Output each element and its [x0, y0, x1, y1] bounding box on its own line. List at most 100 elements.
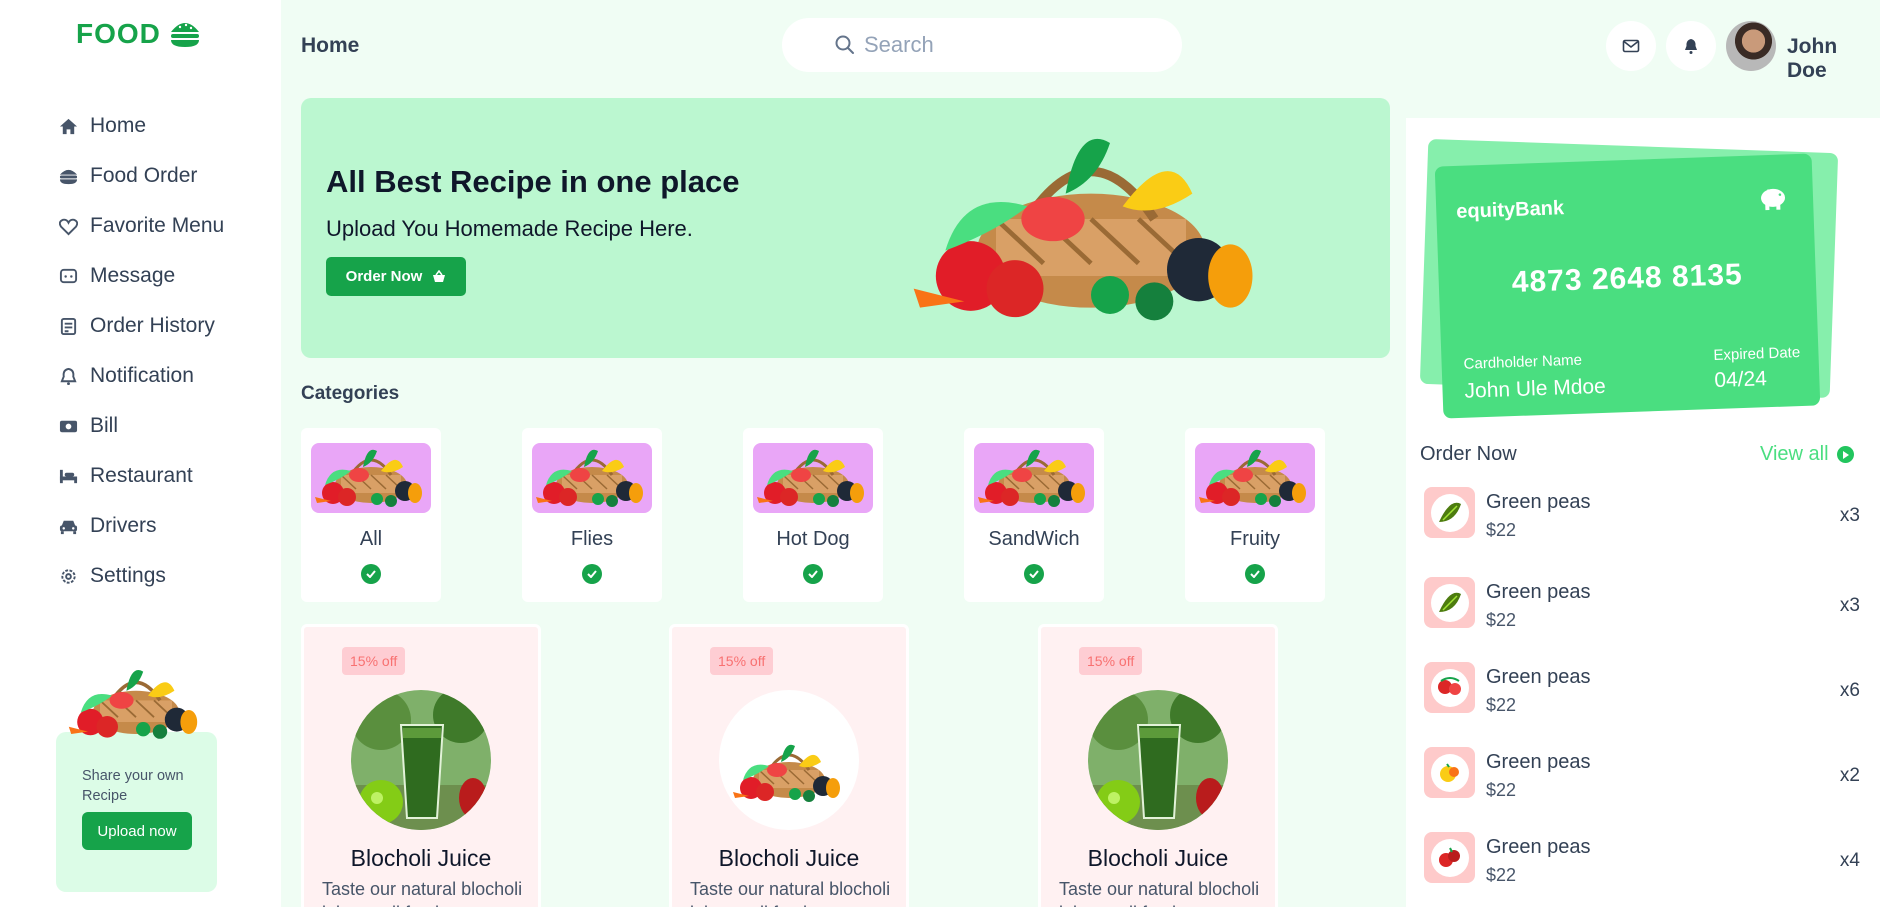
home-icon: [58, 116, 78, 136]
car-icon: [58, 516, 78, 536]
product-name: Blocholi Juice: [1087, 845, 1229, 871]
product-name: Blocholi Juice: [718, 845, 860, 871]
sidebar-item-label: Restaurant: [90, 464, 193, 487]
cardholder-label: Cardholder Name: [1463, 351, 1583, 373]
sidebar-item-bill[interactable]: Bill: [58, 401, 224, 451]
order-item[interactable]: Green peas $22 x6: [1424, 662, 1864, 718]
category-all[interactable]: All: [301, 428, 441, 602]
order-item-price: $22: [1486, 695, 1517, 715]
bank-card[interactable]: equityBank 4873 2648 8135 Cardholder Nam…: [1434, 153, 1821, 419]
order-item-quantity: x4: [1839, 850, 1860, 871]
sidebar-item-restaurant[interactable]: Restaurant: [58, 451, 224, 501]
sidebar-item-favorite-menu[interactable]: Favorite Menu: [58, 201, 224, 251]
basket-icon: [433, 270, 446, 282]
sidebar: FOOD Home Food Order Favorite Menu Messa…: [0, 0, 281, 907]
upload-now-button[interactable]: Upload now: [82, 812, 192, 850]
cardholder-name: John Ule Mdoe: [1464, 374, 1607, 403]
category-label: Hot Dog: [776, 528, 850, 550]
category-fruity[interactable]: Fruity: [1185, 428, 1325, 602]
breadcrumb: Home: [301, 34, 360, 57]
check-icon: [1245, 564, 1265, 584]
vegetable-basket-image: [67, 668, 199, 741]
hero-banner: All Best Recipe in one place Upload You …: [301, 98, 1390, 358]
burger-icon: [58, 166, 78, 186]
product-description: Taste our natural blocholi juice, well f…: [322, 879, 523, 907]
banner-subtitle: Upload You Homemade Recipe Here.: [326, 216, 693, 241]
category-image: [753, 443, 873, 513]
sidebar-item-home[interactable]: Home: [58, 101, 224, 151]
discount-badge: 15% off: [710, 647, 774, 675]
category-image: [1195, 443, 1315, 513]
heart-icon: [58, 216, 78, 236]
history-icon: [58, 316, 78, 336]
order-item-name: Green peas: [1486, 751, 1591, 773]
discount-badge: 15% off: [342, 647, 406, 675]
order-item[interactable]: Green peas $22 x3: [1424, 487, 1864, 543]
sidebar-item-drivers[interactable]: Drivers: [58, 501, 224, 551]
sidebar-item-settings[interactable]: Settings: [58, 551, 224, 601]
product-name: Blocholi Juice: [350, 845, 492, 871]
search-input[interactable]: [864, 32, 1144, 58]
bill-icon: [58, 416, 78, 436]
sidebar-item-label: Bill: [90, 414, 119, 437]
sidebar-item-message[interactable]: Message: [58, 251, 224, 301]
order-now-button[interactable]: Order Now: [326, 257, 466, 296]
avatar[interactable]: [1726, 21, 1776, 71]
share-recipe-text: Share your own Recipe: [82, 768, 184, 804]
expiry-label: Expired Date: [1713, 344, 1801, 365]
product-card[interactable]: 15% off Blocholi Juice Taste our natural…: [301, 624, 541, 907]
share-recipe-card: Share your own Recipe Upload now: [56, 732, 217, 892]
category-image: [974, 443, 1094, 513]
bell-icon: [1685, 39, 1697, 54]
categories-title: Categories: [301, 383, 400, 404]
sidebar-item-notification[interactable]: Notification: [58, 351, 224, 401]
category-label: Flies: [570, 528, 614, 550]
mail-button[interactable]: [1606, 21, 1656, 71]
user-name[interactable]: John Doe: [1787, 35, 1880, 83]
view-all-link[interactable]: View all: [1760, 443, 1854, 466]
sidebar-item-label: Food Order: [90, 164, 198, 187]
search-bar[interactable]: [782, 18, 1182, 72]
order-item-image: [1424, 832, 1475, 883]
order-item-price: $22: [1486, 780, 1517, 800]
order-item[interactable]: Green peas $22 x3: [1424, 577, 1864, 633]
order-item-name: Green peas: [1486, 836, 1591, 858]
logo[interactable]: FOOD: [76, 18, 201, 50]
order-item[interactable]: Green peas $22 x2: [1424, 747, 1864, 803]
bell-icon: [58, 366, 78, 386]
sidebar-item-label: Drivers: [90, 514, 157, 537]
category-hot-dog[interactable]: Hot Dog: [743, 428, 883, 602]
order-item-price: $22: [1486, 520, 1517, 540]
order-item-image: [1424, 487, 1475, 538]
product-description: Taste our natural blocholi juice, well f…: [690, 879, 891, 907]
order-item-name: Green peas: [1486, 666, 1591, 688]
vegetable-basket-image: [901, 106, 1281, 351]
sidebar-item-label: Settings: [90, 564, 166, 587]
order-item-quantity: x3: [1839, 595, 1860, 616]
bank-name: equityBank: [1455, 197, 1565, 223]
check-icon: [803, 564, 823, 584]
discount-badge: 15% off: [1079, 647, 1143, 675]
product-card[interactable]: 15% off Blocholi Juice Taste our natural…: [1038, 624, 1278, 907]
category-flies[interactable]: Flies: [522, 428, 662, 602]
notification-button[interactable]: [1666, 21, 1716, 71]
sidebar-item-food-order[interactable]: Food Order: [58, 151, 224, 201]
product-image: [351, 690, 491, 830]
product-card[interactable]: 15% off Blocholi Juice Taste our natural…: [669, 624, 909, 907]
check-icon: [582, 564, 602, 584]
order-item-quantity: x3: [1839, 505, 1860, 526]
order-item-quantity: x6: [1839, 680, 1860, 701]
sidebar-item-label: Order History: [90, 314, 215, 337]
order-item-quantity: x2: [1839, 765, 1860, 786]
burger-logo-icon: [170, 23, 199, 47]
order-item[interactable]: Green peas $22 x4: [1424, 832, 1864, 888]
order-item-name: Green peas: [1486, 491, 1591, 513]
banner-title: All Best Recipe in one place: [326, 164, 740, 199]
category-sandwich[interactable]: SandWich: [964, 428, 1104, 602]
brand-name: FOOD: [76, 18, 161, 49]
sidebar-item-order-history[interactable]: Order History: [58, 301, 224, 351]
category-label: Fruity: [1230, 528, 1280, 550]
product-image: [719, 690, 859, 830]
order-item-image: [1424, 662, 1475, 713]
sidebar-item-label: Message: [90, 264, 176, 287]
